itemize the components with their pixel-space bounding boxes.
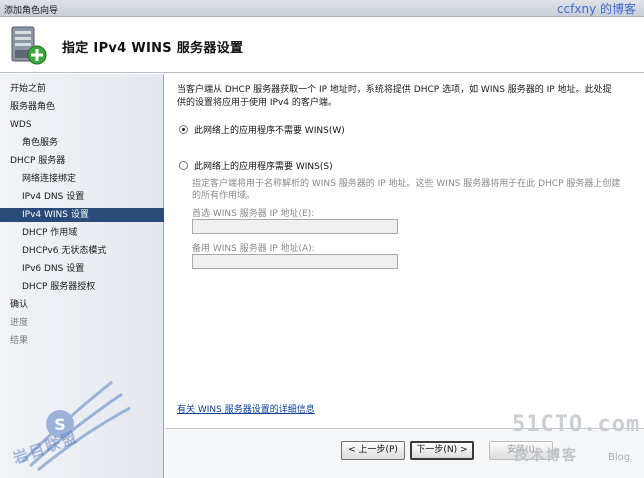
radio-wins-not-required[interactable]: 此网络上的应用程序不需要 WINS(W) xyxy=(179,123,345,136)
sidebar-item-dhcp-server[interactable]: DHCP 服务器 xyxy=(0,154,164,168)
sidebar-item-ipv4-dns[interactable]: IPv4 DNS 设置 xyxy=(0,190,164,204)
sidebar-item-network-binding[interactable]: 网络连接绑定 xyxy=(0,172,164,186)
wizard-footer: < 上一步(P) 下一步(N) > 安装(I) xyxy=(165,428,644,478)
preferred-wins-label: 首选 WINS 服务器 IP 地址(E): xyxy=(192,209,315,219)
alternate-wins-label: 备用 WINS 服务器 IP 地址(A): xyxy=(192,244,315,254)
sidebar-item-dhcpv6-stateless[interactable]: DHCPv6 无状态模式 xyxy=(0,244,164,258)
sidebar-item-dhcp-scopes[interactable]: DHCP 作用域 xyxy=(0,226,164,240)
intro-text: 当客户端从 DHCP 服务器获取一个 IP 地址时，系统将提供 DHCP 选项，… xyxy=(177,85,612,108)
install-button: 安装(I) xyxy=(489,441,553,460)
wizard-steps-sidebar: 开始之前 服务器角色 WDS 角色服务 DHCP 服务器 网络连接绑定 IPv4… xyxy=(0,74,164,478)
preferred-wins-ip-field[interactable] xyxy=(192,219,398,234)
window-title: 添加角色向导 xyxy=(4,6,59,16)
sidebar-item-dhcp-authorization[interactable]: DHCP 服务器授权 xyxy=(0,280,164,294)
radio-button-unchecked[interactable] xyxy=(179,161,188,170)
sidebar-item-wds[interactable]: WDS xyxy=(0,118,164,132)
radio-label-required: 此网络上的应用程序需要 WINS(S) xyxy=(194,162,333,172)
sidebar-item-ipv4-wins[interactable]: IPv4 WINS 设置 xyxy=(0,208,164,222)
wizard-content: 当客户端从 DHCP 服务器获取一个 IP 地址时，系统将提供 DHCP 选项，… xyxy=(165,74,644,428)
page-title: 指定 IPv4 WINS 服务器设置 xyxy=(62,41,244,56)
radio-wins-required[interactable]: 此网络上的应用程序需要 WINS(S) xyxy=(179,159,333,172)
sidebar-item-role-services[interactable]: 角色服务 xyxy=(0,136,164,150)
back-button[interactable]: < 上一步(P) xyxy=(341,441,405,460)
sidebar-item-results: 结果 xyxy=(10,336,29,346)
next-button[interactable]: 下一步(N) > xyxy=(410,441,474,460)
sidebar-item-before-you-begin[interactable]: 开始之前 xyxy=(0,82,164,96)
server-role-icon xyxy=(11,26,47,65)
blog-watermark: ccfxny 的博客 xyxy=(556,2,636,16)
wins-required-description: 指定客户端将用于名称解析的 WINS 服务器的 IP 地址。这些 WINS 服务… xyxy=(192,179,621,201)
radio-label-not-required: 此网络上的应用程序不需要 WINS(W) xyxy=(194,126,345,136)
sidebar-item-server-roles[interactable]: 服务器角色 xyxy=(0,100,164,114)
sidebar-item-ipv6-dns[interactable]: IPv6 DNS 设置 xyxy=(0,262,164,276)
alternate-wins-ip-field[interactable] xyxy=(192,254,398,269)
wins-more-info-link[interactable]: 有关 WINS 服务器设置的详细信息 xyxy=(177,402,315,415)
title-bar: 添加角色向导 ccfxny 的博客 xyxy=(0,0,644,17)
sidebar-item-confirmation[interactable]: 确认 xyxy=(0,298,164,312)
radio-button-checked[interactable] xyxy=(179,125,188,134)
sidebar-item-progress: 进度 xyxy=(10,318,29,328)
wizard-header: 指定 IPv4 WINS 服务器设置 xyxy=(0,17,644,73)
